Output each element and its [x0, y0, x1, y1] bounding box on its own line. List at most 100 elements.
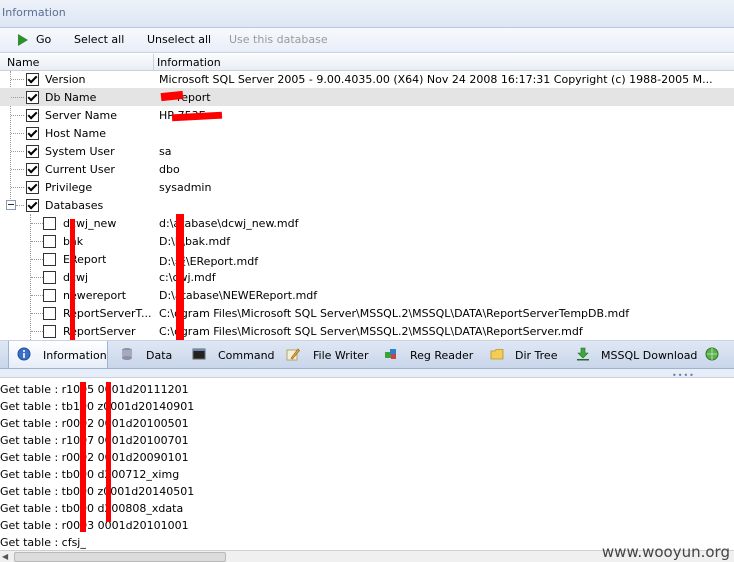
database-row[interactable]: dcwj_new d:\atabase\dcwj_new.mdf — [0, 214, 734, 232]
folder-icon — [490, 349, 504, 360]
log-line: Get table : r1005 0001d20111201 — [0, 383, 189, 396]
tab-label: MSSQL Download — [601, 349, 698, 362]
tab-dir-tree[interactable]: Dir Tree — [488, 341, 568, 368]
tree-line — [31, 259, 43, 260]
tree-line — [11, 133, 24, 134]
tab-mssql-download[interactable]: MSSQL Download — [574, 341, 698, 368]
tab-overflow[interactable] — [704, 341, 734, 368]
column-header-information[interactable]: Information — [157, 56, 221, 69]
panel-splitter[interactable]: •••• — [0, 369, 734, 380]
column-header-name[interactable]: Name — [7, 56, 39, 69]
download-icon — [577, 347, 589, 361]
tree-row[interactable]: Host Name — [0, 124, 734, 142]
tab-label: Reg Reader — [410, 349, 474, 362]
tree-line — [11, 79, 24, 80]
row-checkbox[interactable] — [43, 289, 56, 302]
row-checkbox[interactable] — [26, 73, 39, 86]
database-path: d:\atabase\dcwj_new.mdf — [159, 217, 299, 230]
row-checkbox[interactable] — [26, 199, 39, 212]
info-icon — [17, 347, 31, 361]
log-output[interactable]: Get table : r1005 0001d20111201 Get tabl… — [0, 378, 734, 550]
pencil-icon — [286, 348, 300, 361]
database-name: ReportServerT... — [63, 307, 152, 320]
row-info: sysadmin — [159, 181, 212, 194]
toolbar: Go Select all Unselect all Use this data… — [0, 28, 734, 53]
row-name: Databases — [45, 199, 104, 212]
tab-data[interactable]: Data — [118, 341, 178, 368]
row-name: Privilege — [45, 181, 93, 194]
database-path: D:\表\EReport.mdf — [159, 255, 259, 268]
database-row[interactable]: ReportServer C:\ogram Files\Microsoft SQ… — [0, 322, 734, 340]
tree-line — [11, 151, 24, 152]
log-line: Get table : r0002 0001d20100501 — [0, 417, 189, 430]
play-icon[interactable] — [18, 34, 28, 46]
row-checkbox[interactable] — [26, 127, 39, 140]
database-row[interactable]: bak D:\k\bak.mdf — [0, 232, 734, 250]
row-name: Current User — [45, 163, 115, 176]
database-path: D:\k\bak.mdf — [159, 235, 231, 248]
row-checkbox[interactable] — [43, 325, 56, 338]
tree-line — [11, 169, 24, 170]
tree-line — [31, 313, 43, 314]
database-row[interactable]: ReportServerT... C:\ogram Files\Microsof… — [0, 304, 734, 322]
row-checkbox[interactable] — [43, 271, 56, 284]
terminal-icon — [192, 348, 206, 360]
row-checkbox[interactable] — [26, 163, 39, 176]
tree-row[interactable]: System User sa — [0, 142, 734, 160]
tree-row[interactable]: Server Name HP-753E — [0, 106, 734, 124]
log-line: Get table : r0002 0001d20090101 — [0, 451, 189, 464]
tree-line — [31, 241, 43, 242]
row-checkbox[interactable] — [26, 181, 39, 194]
row-name: Version — [45, 73, 86, 86]
use-database-button[interactable]: Use this database — [229, 33, 328, 46]
tree-line — [11, 187, 24, 188]
log-line: Get table : tb000 d200808_xdata — [0, 502, 184, 515]
tree-row[interactable]: Current User dbo — [0, 160, 734, 178]
select-all-button[interactable]: Select all — [74, 33, 124, 46]
tab-label: Command — [218, 349, 275, 362]
row-checkbox[interactable] — [26, 145, 39, 158]
tab-strip: Information Data Command File Writer Reg… — [0, 341, 734, 369]
row-info: sa — [159, 145, 172, 158]
row-checkbox[interactable] — [43, 217, 56, 230]
log-line: Get table : tb000 d200712_ximg — [0, 468, 180, 481]
tab-label: Data — [146, 349, 173, 362]
registry-icon — [385, 349, 396, 359]
row-checkbox[interactable] — [43, 235, 56, 248]
tree-row[interactable]: Privilege sysadmin — [0, 178, 734, 196]
redaction-mark — [176, 214, 184, 340]
tab-label: File Writer — [313, 349, 369, 362]
scroll-left-icon[interactable]: ◀ — [2, 552, 8, 561]
info-tree-grid[interactable]: Name Information Version Microsoft SQL S… — [0, 54, 734, 341]
redaction-mark — [106, 382, 111, 522]
database-path: c:\cwj.mdf — [159, 271, 216, 284]
go-button[interactable]: Go — [36, 33, 51, 46]
database-row[interactable]: dcwj c:\cwj.mdf — [0, 268, 734, 286]
tab-information[interactable]: Information — [8, 341, 108, 368]
row-checkbox[interactable] — [26, 109, 39, 122]
unselect-all-button[interactable]: Unselect all — [147, 33, 211, 46]
tree-line — [11, 97, 24, 98]
row-checkbox[interactable] — [43, 307, 56, 320]
column-divider[interactable] — [153, 54, 154, 70]
tree-row[interactable]: Db Name report — [0, 88, 734, 106]
tab-command[interactable]: Command — [190, 341, 275, 368]
database-row[interactable]: EReport D:\表\EReport.mdf — [0, 250, 734, 268]
database-row[interactable]: newereport D:\atabase\NEWEReport.mdf — [0, 286, 734, 304]
collapse-icon[interactable] — [6, 200, 16, 210]
database-path: C:\ogram Files\Microsoft SQL Server\MSSQ… — [159, 307, 630, 320]
tree-row[interactable]: Version Microsoft SQL Server 2005 - 9.00… — [0, 70, 734, 88]
row-checkbox[interactable] — [26, 91, 39, 104]
database-icon — [122, 348, 132, 360]
database-path: D:\atabase\NEWEReport.mdf — [159, 289, 318, 302]
tree-row-databases[interactable]: Databases — [0, 196, 734, 214]
tab-file-writer[interactable]: File Writer — [284, 341, 370, 368]
database-path: C:\ogram Files\Microsoft SQL Server\MSSQ… — [159, 325, 583, 338]
row-info: Microsoft SQL Server 2005 - 9.00.4035.00… — [159, 73, 713, 86]
tree-line — [31, 277, 43, 278]
log-line: Get table : tb100 z0001d20140901 — [0, 400, 195, 413]
tree-line — [31, 223, 43, 224]
tab-reg-reader[interactable]: Reg Reader — [382, 341, 474, 368]
row-checkbox[interactable] — [43, 253, 56, 266]
tree-line — [11, 115, 24, 116]
